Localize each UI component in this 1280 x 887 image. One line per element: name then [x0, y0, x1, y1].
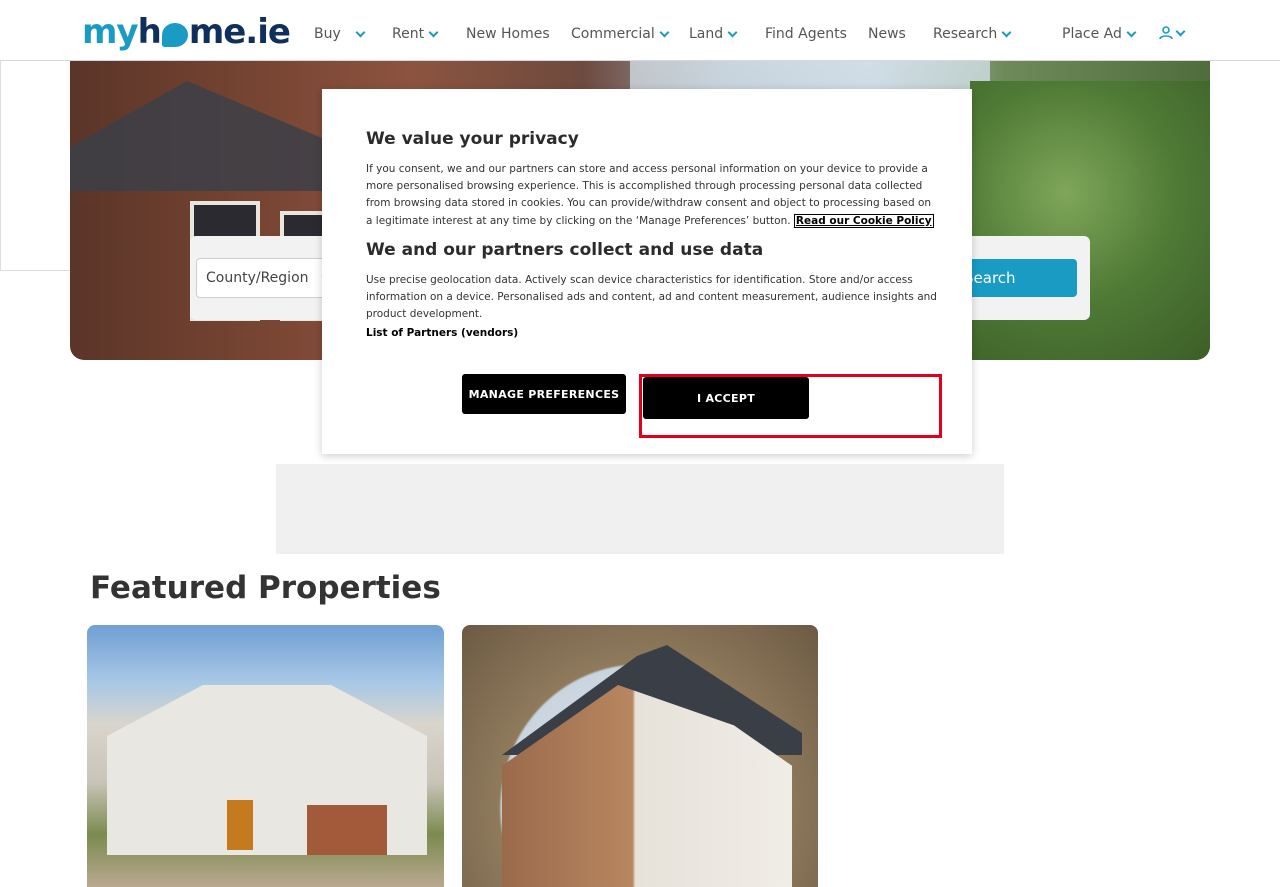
myhome-logo[interactable]: my h me.ie — [82, 10, 291, 54]
logo-text-my: my — [82, 12, 139, 52]
nav-label: New Homes — [466, 26, 550, 42]
property-card[interactable] — [87, 625, 444, 887]
nav-item-land[interactable]: Land — [689, 26, 738, 42]
nav-item-news[interactable]: News — [868, 26, 906, 42]
county-select-label: County/Region — [206, 270, 309, 286]
nav-label: Research — [933, 26, 998, 42]
privacy-title: We value your privacy — [366, 129, 579, 149]
hero-roof — [70, 81, 330, 191]
nav-item-new-homes[interactable]: New Homes — [466, 26, 550, 42]
accept-button[interactable]: I ACCEPT — [643, 377, 809, 419]
nav-item-find-agents[interactable]: Find Agents — [765, 26, 847, 42]
property-card[interactable] — [462, 625, 818, 887]
property-image-door — [227, 800, 253, 850]
nav-item-buy[interactable]: Buy — [314, 26, 366, 42]
chevron-down-icon — [355, 27, 366, 37]
nav-label: Land — [689, 26, 724, 42]
chevron-down-icon — [659, 27, 670, 37]
nav-item-commercial[interactable]: Commercial — [571, 26, 670, 42]
top-navigation: my h me.ie Buy Rent New Homes Commercial… — [0, 0, 1280, 61]
chevron-down-icon — [428, 27, 439, 37]
county-region-select[interactable]: County/Region — [196, 258, 336, 298]
data-use-body: Use precise geolocation data. Actively s… — [366, 273, 937, 321]
nav-item-place-ad[interactable]: Place Ad — [1062, 26, 1137, 42]
nav-label: Find Agents — [765, 26, 847, 42]
partners-list-link[interactable]: List of Partners (vendors) — [366, 327, 938, 339]
nav-label: Rent — [392, 26, 425, 42]
logo-text-h: h — [137, 12, 162, 52]
nav-label: News — [868, 26, 906, 42]
data-use-title: We and our partners collect and use data — [366, 239, 764, 260]
heart-icon — [161, 23, 188, 47]
user-icon — [1159, 26, 1173, 40]
chevron-down-icon — [1175, 26, 1186, 36]
privacy-body: If you consent, we and our partners can … — [366, 161, 938, 230]
manage-preferences-button[interactable]: MANAGE PREFERENCES — [462, 374, 626, 414]
nav-item-research[interactable]: Research — [933, 26, 1012, 42]
nav-item-rent[interactable]: Rent — [392, 26, 439, 42]
logo-text-rest: me.ie — [188, 12, 291, 52]
privacy-consent-dialog: We value your privacy If you consent, we… — [322, 89, 972, 454]
chevron-down-icon — [727, 27, 738, 37]
featured-properties-title: Featured Properties — [90, 570, 441, 606]
nav-label: Place Ad — [1062, 26, 1122, 42]
cookie-policy-link[interactable]: Read our Cookie Policy — [793, 213, 934, 228]
nav-label: Commercial — [571, 26, 655, 42]
chevron-down-icon — [1126, 27, 1137, 37]
chevron-down-icon — [1001, 27, 1012, 37]
account-menu[interactable] — [1159, 26, 1186, 40]
property-image-garage — [307, 805, 387, 855]
ad-banner-placeholder — [276, 464, 1004, 554]
nav-label: Buy — [314, 26, 341, 42]
